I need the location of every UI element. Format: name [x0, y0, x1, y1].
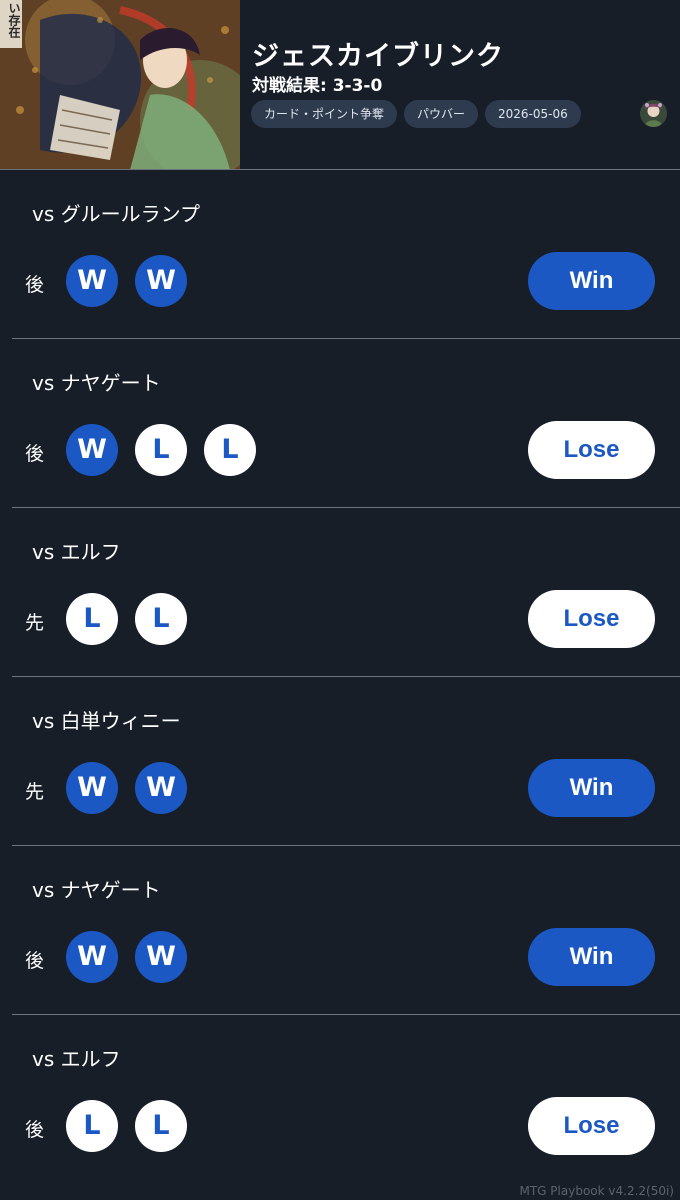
deck-header: い存在 ジェスカイブリンク 対戦結果: 3-3-0 カード・ポイント争奪 パウバ…	[0, 0, 680, 170]
win-result-button[interactable]: Win	[528, 252, 655, 310]
lose-result-button[interactable]: Lose	[528, 421, 655, 479]
match-row[interactable]: vs ナヤゲート後 W W Win	[0, 846, 680, 1015]
play-order: 先	[25, 612, 45, 634]
match-row[interactable]: vs エルフ後 L L Lose	[0, 1015, 680, 1184]
play-order: 後	[25, 1119, 45, 1141]
match-row[interactable]: vs ナヤゲート後 W L L Lose	[0, 339, 680, 508]
lose-result-button[interactable]: Lose	[528, 590, 655, 648]
game-results: WW	[66, 255, 187, 307]
match-record: 対戦結果: 3-3-0	[252, 76, 383, 96]
opponent-name: vs エルフ	[32, 1047, 121, 1071]
deck-cover-image: い存在	[0, 0, 240, 170]
app-version: MTG Playbook v4.2.2(50i)	[519, 1184, 675, 1198]
game-results: WW	[66, 762, 187, 814]
game-win-badge: W	[135, 931, 187, 983]
game-results: WLL	[66, 424, 256, 476]
cover-caption: い存在	[7, 2, 21, 38]
tag-format[interactable]: カード・ポイント争奪	[251, 100, 398, 128]
deck-tags: カード・ポイント争奪 パウバー 2026-05-06	[251, 100, 581, 128]
game-loss-badge: L	[135, 593, 187, 645]
lose-result-button[interactable]: Lose	[528, 1097, 655, 1155]
game-win-badge: W	[135, 762, 187, 814]
win-result-button[interactable]: Win	[528, 928, 655, 986]
win-result-button[interactable]: Win	[528, 759, 655, 817]
play-order: 先	[25, 781, 45, 803]
game-loss-badge: L	[135, 424, 187, 476]
game-win-badge: W	[135, 255, 187, 307]
opponent-name: vs エルフ	[32, 540, 121, 564]
game-results: LL	[66, 1100, 187, 1152]
game-loss-badge: L	[135, 1100, 187, 1152]
play-order: 後	[25, 950, 45, 972]
opponent-name: vs 白単ウィニー	[32, 709, 181, 733]
game-loss-badge: L	[204, 424, 256, 476]
match-row[interactable]: vs 白単ウィニー先 W W Win	[0, 677, 680, 846]
deck-title: ジェスカイブリンク	[252, 41, 504, 72]
game-win-badge: W	[66, 931, 118, 983]
tag-category[interactable]: パウバー	[404, 100, 479, 128]
game-loss-badge: L	[66, 1100, 118, 1152]
game-results: LL	[66, 593, 187, 645]
play-order: 後	[25, 443, 45, 465]
game-win-badge: W	[66, 424, 118, 476]
avatar[interactable]	[640, 100, 667, 127]
game-loss-badge: L	[66, 593, 118, 645]
opponent-name: vs ナヤゲート	[32, 371, 161, 395]
play-order: 後	[25, 274, 45, 296]
match-row[interactable]: vs グルールランプ後 W W Win	[0, 170, 680, 339]
game-results: WW	[66, 931, 187, 983]
opponent-name: vs ナヤゲート	[32, 878, 161, 902]
opponent-name: vs グルールランプ	[32, 202, 201, 226]
game-win-badge: W	[66, 255, 118, 307]
tag-date[interactable]: 2026-05-06	[485, 100, 581, 128]
game-win-badge: W	[66, 762, 118, 814]
match-row[interactable]: vs エルフ先 L L Lose	[0, 508, 680, 677]
